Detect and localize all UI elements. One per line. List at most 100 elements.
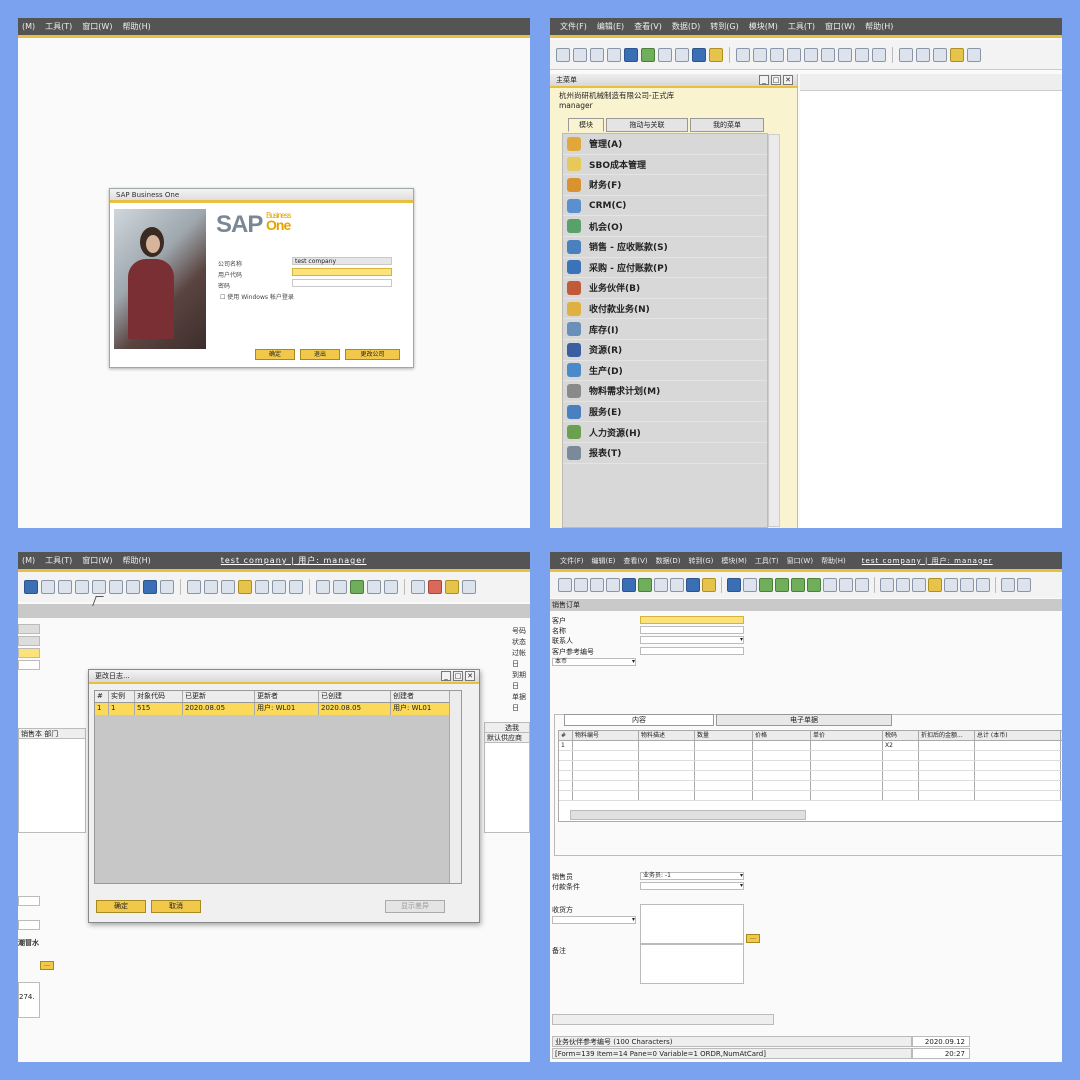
password-field[interactable] — [292, 279, 392, 287]
menu-item[interactable]: CRM(C) — [563, 196, 767, 217]
menu-item[interactable]: 采购 - 应付账款(P) — [563, 258, 767, 279]
alerts-icon[interactable] — [384, 580, 398, 594]
excel-export-icon[interactable] — [638, 578, 652, 592]
menu-view[interactable]: 查看(V) — [634, 21, 662, 32]
refresh-icon[interactable] — [823, 578, 837, 592]
menu-tools[interactable]: 工具(T) — [45, 555, 72, 566]
launch-app-icon[interactable] — [692, 47, 706, 62]
base-document-icon[interactable] — [187, 580, 201, 594]
edit-icon[interactable] — [1001, 578, 1015, 592]
remarks-field[interactable] — [640, 944, 744, 984]
menu-item[interactable]: 业务伙伴(B) — [563, 278, 767, 299]
menu-tools[interactable]: 工具(T) — [45, 21, 72, 32]
contact-select[interactable]: ▾ — [640, 636, 744, 644]
currency-select[interactable]: 本币 ▾ — [552, 658, 636, 666]
menu-item[interactable]: 机会(O) — [563, 216, 767, 237]
add-icon[interactable] — [41, 580, 55, 594]
menu-item[interactable]: 物料需求计划(M) — [563, 381, 767, 402]
refresh-icon[interactable] — [838, 47, 852, 62]
last-record-icon[interactable] — [807, 578, 821, 592]
tab-drag-relate[interactable]: 拖动与关联 — [606, 118, 688, 132]
menu-file[interactable]: 文件(F) — [560, 556, 584, 566]
gross-profit-icon[interactable] — [967, 47, 981, 62]
copy-icon[interactable] — [1017, 578, 1031, 592]
excel-export-icon[interactable] — [641, 47, 655, 62]
menu-item[interactable]: 财务(F) — [563, 175, 767, 196]
previous-record-icon[interactable] — [787, 47, 801, 62]
close-icon[interactable]: ✕ — [783, 75, 793, 85]
approve-icon[interactable] — [350, 580, 364, 594]
menu-window[interactable]: 窗口(W) — [82, 555, 112, 566]
link-icon[interactable] — [462, 580, 476, 594]
print-icon[interactable] — [573, 47, 587, 62]
tab-contents[interactable]: 内容 — [564, 714, 714, 726]
ship-to-select[interactable]: ▾ — [552, 916, 636, 924]
last-record-icon[interactable] — [109, 580, 123, 594]
gross-profit-icon[interactable] — [255, 580, 269, 594]
customer-ref-field[interactable] — [640, 647, 744, 655]
ok-button[interactable]: 确定 — [96, 900, 146, 913]
base-document-icon[interactable] — [899, 47, 913, 62]
fax-icon[interactable] — [624, 47, 638, 62]
preview-icon[interactable] — [556, 47, 570, 62]
maximize-icon[interactable]: □ — [771, 75, 781, 85]
first-record-icon[interactable] — [58, 580, 72, 594]
payment-means-icon[interactable] — [950, 47, 964, 62]
copy-icon[interactable] — [333, 580, 347, 594]
ok-button[interactable]: 确定 — [255, 349, 295, 360]
menu-view[interactable]: 查看(V) — [623, 556, 647, 566]
close-icon[interactable]: ✕ — [465, 671, 475, 681]
filter-icon[interactable] — [855, 47, 869, 62]
email-icon[interactable] — [590, 47, 604, 62]
exit-button[interactable]: 退出 — [300, 349, 340, 360]
sms-icon[interactable] — [607, 47, 621, 62]
volume-weight-icon[interactable] — [272, 580, 286, 594]
menu-item[interactable]: 收付款业务(N) — [563, 299, 767, 320]
add-icon[interactable] — [743, 578, 757, 592]
menu-help[interactable]: 帮助(H) — [122, 21, 150, 32]
target-document-icon[interactable] — [204, 580, 218, 594]
pdf-export-icon[interactable] — [670, 578, 684, 592]
refresh-icon[interactable] — [126, 580, 140, 594]
word-export-icon[interactable] — [658, 47, 672, 62]
menu-file[interactable]: 文件(F) — [560, 21, 587, 32]
first-record-icon[interactable] — [759, 578, 773, 592]
document-settings-icon[interactable] — [976, 578, 990, 592]
menu-item[interactable]: 报表(T) — [563, 443, 767, 464]
menu-help[interactable]: 帮助(H) — [821, 556, 846, 566]
module-list-scrollbar[interactable] — [768, 134, 780, 527]
menu-data[interactable]: 数据(D) — [656, 556, 681, 566]
customer-field[interactable] — [640, 616, 744, 624]
calendar-icon[interactable] — [428, 580, 442, 594]
cancel-button[interactable]: 取消 — [151, 900, 201, 913]
menu-help[interactable]: 帮助(H) — [865, 21, 893, 32]
form-settings-icon[interactable] — [411, 580, 425, 594]
menu-item[interactable]: 人力资源(H) — [563, 422, 767, 443]
change-company-button[interactable]: 更改公司 — [345, 349, 400, 360]
menu-item[interactable]: 生产(D) — [563, 361, 767, 382]
menu-goto[interactable]: 转到(G) — [710, 21, 738, 32]
more-button[interactable]: … — [746, 934, 760, 943]
menu-modules[interactable]: (M) — [22, 556, 35, 565]
menu-item[interactable]: 管理(A) — [563, 134, 767, 155]
menu-tools[interactable]: 工具(T) — [755, 556, 779, 566]
sales-employee-select[interactable]: 业务员: -1 ▾ — [640, 872, 744, 880]
journal-icon[interactable] — [221, 580, 235, 594]
menu-edit[interactable]: 编辑(E) — [597, 21, 624, 32]
ship-to-address[interactable] — [640, 904, 744, 944]
previous-record-icon[interactable] — [75, 580, 89, 594]
find-icon[interactable] — [727, 578, 741, 592]
first-record-icon[interactable] — [770, 47, 784, 62]
grid-scrollbar[interactable] — [449, 691, 461, 883]
print-icon[interactable] — [574, 578, 588, 592]
table-row[interactable]: 1 X2 — [559, 741, 1062, 751]
journal-icon[interactable] — [912, 578, 926, 592]
messages-icon[interactable] — [367, 580, 381, 594]
maximize-icon[interactable]: □ — [453, 671, 463, 681]
windows-login-checkbox-label[interactable]: ☐ 使用 Windows 帐户登录 — [220, 292, 294, 301]
filter-icon[interactable] — [839, 578, 853, 592]
edit-icon[interactable] — [316, 580, 330, 594]
pdf-export-icon[interactable] — [675, 47, 689, 62]
fax-icon[interactable] — [622, 578, 636, 592]
menu-item[interactable]: SBO成本管理 — [563, 155, 767, 176]
